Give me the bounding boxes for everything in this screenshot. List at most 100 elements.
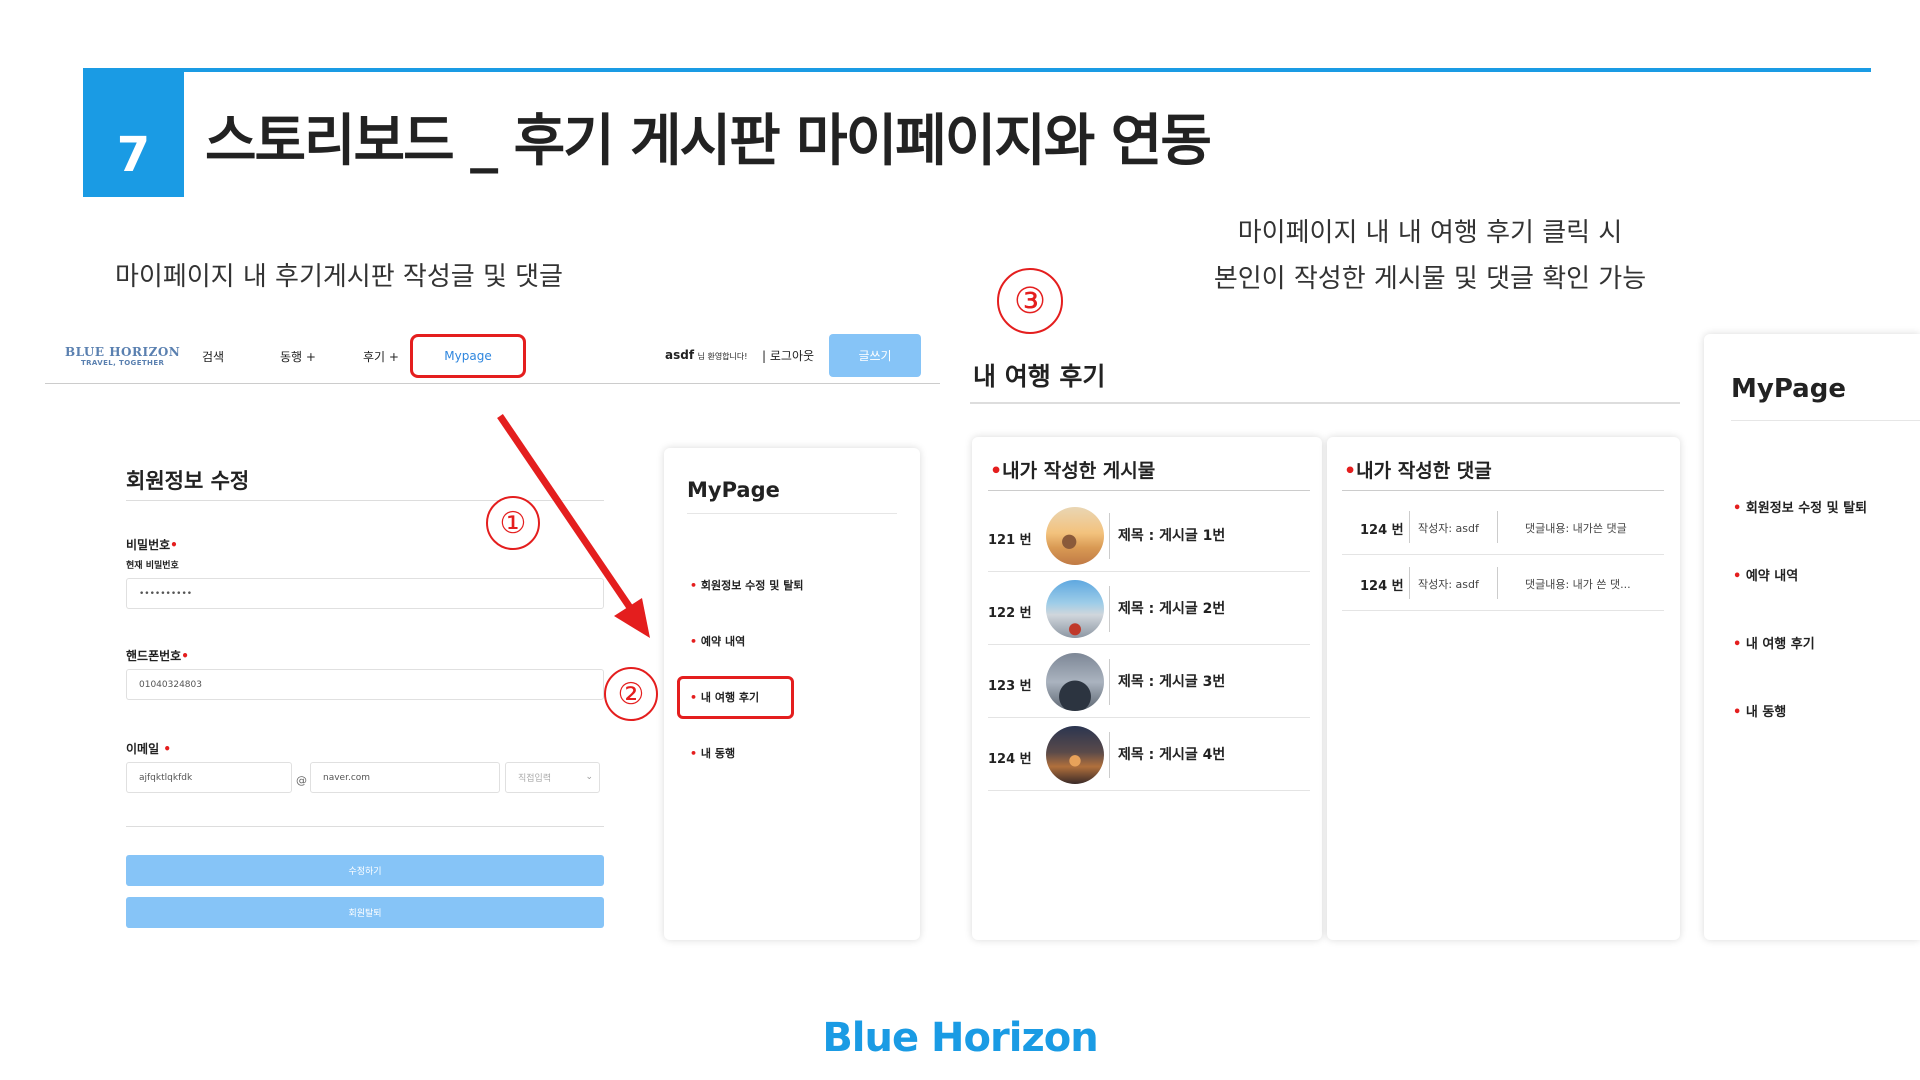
comment-number: 124 번 xyxy=(1360,523,1404,538)
post-number: 122 번 xyxy=(988,606,1032,621)
post-title: 제목 : 게시글 4번 xyxy=(1118,747,1226,763)
divider xyxy=(1342,490,1664,491)
slide-title: 스토리보드 _ 후기 게시판 마이페이지와 연동 xyxy=(205,109,1212,174)
email-label: 이메일 • xyxy=(126,740,171,757)
header-line xyxy=(83,68,1871,72)
mypage-item-reservations[interactable]: • 예약 내역 xyxy=(690,633,745,649)
divider xyxy=(1497,511,1498,543)
post-number: 123 번 xyxy=(988,679,1032,694)
post-number: 121 번 xyxy=(988,533,1032,548)
logo-tagline: TRAVEL, TOGETHER xyxy=(80,359,165,367)
comment-number: 124 번 xyxy=(1360,579,1404,594)
mypage-item-my-reviews[interactable]: • 내 여행 후기 xyxy=(1733,633,1815,652)
step-1-marker: ① xyxy=(486,496,540,550)
email-select-value: 직접입력 xyxy=(518,774,552,784)
bullet: • xyxy=(1733,705,1742,720)
chevron-down-icon: ⌄ xyxy=(585,772,593,782)
current-password-label: 현재 비밀번호 xyxy=(126,561,179,571)
site-logo[interactable]: BLUE HORIZON TRAVEL, TOGETHER xyxy=(65,345,180,367)
password-label-text: 비밀번호 xyxy=(126,538,171,552)
divider xyxy=(1109,586,1110,632)
mypage-title: MyPage xyxy=(687,478,780,502)
comment-text: 댓글내용: 내가쓴 댓글 xyxy=(1525,522,1627,535)
post-row[interactable]: 121 번 제목 : 게시글 1번 xyxy=(988,499,1310,572)
slide: 7 스토리보드 _ 후기 게시판 마이페이지와 연동 마이페이지 내 후기게시판… xyxy=(0,0,1920,1080)
nav-logout[interactable]: | 로그아웃 xyxy=(762,347,814,364)
post-title: 제목 : 게시글 1번 xyxy=(1118,528,1226,544)
nav-search[interactable]: 검색 xyxy=(202,348,224,365)
mypage-item-label: 내 여행 후기 xyxy=(1745,637,1815,652)
required-mark: • xyxy=(170,538,178,552)
comment-text: 댓글내용: 내가 쓴 댓... xyxy=(1525,578,1631,591)
caption-left: 마이페이지 내 후기게시판 작성글 및 댓글 xyxy=(115,262,563,292)
nav-user-greeting: asdf 님 환영합니다! xyxy=(665,348,747,362)
mypage-item-my-companions[interactable]: • 내 동행 xyxy=(1733,701,1786,720)
step-3-marker: ③ xyxy=(997,268,1063,334)
comment-row[interactable]: 124 번 작성자: asdf 댓글내용: 내가 쓴 댓... xyxy=(1342,555,1664,611)
email-domain-select[interactable]: 직접입력 ⌄ xyxy=(505,762,600,793)
post-thumbnail xyxy=(1046,726,1104,784)
divider xyxy=(126,826,604,827)
footer-brand: Blue Horizon xyxy=(822,1015,1098,1061)
nav-divider: | xyxy=(762,349,767,363)
email-label-text: 이메일 xyxy=(126,742,160,756)
reviews-title: 내 여행 후기 xyxy=(973,362,1106,391)
logo-title: BLUE HORIZON xyxy=(65,345,181,359)
caption-right-line1: 마이페이지 내 내 여행 후기 클릭 시 xyxy=(1237,218,1623,248)
email-id-field[interactable]: ajfqktlqkfdk xyxy=(126,762,292,793)
nav-review[interactable]: 후기 + xyxy=(363,348,399,365)
phone-label-text: 핸드폰번호 xyxy=(126,649,182,663)
comment-row[interactable]: 124 번 작성자: asdf 댓글내용: 내가쓴 댓글 xyxy=(1342,499,1664,555)
slide-number: 7 xyxy=(83,70,184,197)
nav-username: asdf xyxy=(665,348,695,362)
write-button[interactable]: 글쓰기 xyxy=(829,334,921,377)
highlight-box xyxy=(677,676,794,719)
bullet: • xyxy=(690,579,698,592)
nav-companion[interactable]: 동행 + xyxy=(280,348,316,365)
post-thumbnail xyxy=(1046,507,1104,565)
mypage-item-label: 내 동행 xyxy=(1745,705,1787,720)
mypage-item-label: 예약 내역 xyxy=(1745,569,1799,584)
email-at-sign: @ xyxy=(296,774,307,787)
post-title: 제목 : 게시글 2번 xyxy=(1118,601,1226,617)
my-comments-header: •내가 작성한 댓글 xyxy=(1344,456,1492,483)
divider xyxy=(1109,732,1110,778)
mypage-item-edit-member[interactable]: • 회원정보 수정 및 탈퇴 xyxy=(690,577,803,593)
mypage-item-reservations[interactable]: • 예약 내역 xyxy=(1733,565,1798,584)
post-title: 제목 : 게시글 3번 xyxy=(1118,674,1226,690)
mypage-item-my-companions[interactable]: • 내 동행 xyxy=(690,745,735,761)
step-2-marker: ② xyxy=(604,667,658,721)
mypage-item-label: 회원정보 수정 및 탈퇴 xyxy=(1745,501,1868,516)
bullet: • xyxy=(690,747,698,760)
divider xyxy=(1409,511,1410,543)
comment-author: 작성자: asdf xyxy=(1418,522,1479,535)
nav-mypage[interactable]: Mypage xyxy=(410,334,526,378)
email-domain-field[interactable]: naver.com xyxy=(310,762,500,793)
phone-field[interactable]: 01040324803 xyxy=(126,669,604,700)
divider xyxy=(970,402,1680,404)
caption-right-line2: 본인이 작성한 게시물 및 댓글 확인 가능 xyxy=(1213,264,1647,294)
mypage-title: MyPage xyxy=(1731,374,1846,404)
bullet: • xyxy=(1733,637,1742,652)
withdraw-button[interactable]: 회원탈퇴 xyxy=(126,897,604,928)
divider xyxy=(687,513,897,514)
required-mark: • xyxy=(163,742,171,756)
nav-logout-label: 로그아웃 xyxy=(769,349,815,363)
nav-welcome: 님 환영합니다! xyxy=(697,352,748,361)
mypage-item-edit-member[interactable]: • 회원정보 수정 및 탈퇴 xyxy=(1733,497,1867,516)
mypage-item-label: 예약 내역 xyxy=(700,635,746,648)
save-button[interactable]: 수정하기 xyxy=(126,855,604,886)
bullet: • xyxy=(690,635,698,648)
divider xyxy=(1109,513,1110,559)
my-posts-header: •내가 작성한 게시물 xyxy=(990,456,1155,483)
mypage-item-label: 회원정보 수정 및 탈퇴 xyxy=(700,579,804,592)
post-row[interactable]: 124 번 제목 : 게시글 4번 xyxy=(988,718,1310,791)
post-row[interactable]: 122 번 제목 : 게시글 2번 xyxy=(988,572,1310,645)
bullet: • xyxy=(1733,569,1742,584)
divider xyxy=(1109,659,1110,705)
post-thumbnail xyxy=(1046,653,1104,711)
post-row[interactable]: 123 번 제목 : 게시글 3번 xyxy=(988,645,1310,718)
member-form-title: 회원정보 수정 xyxy=(126,469,250,493)
bullet: • xyxy=(1733,501,1742,516)
divider xyxy=(1497,567,1498,599)
